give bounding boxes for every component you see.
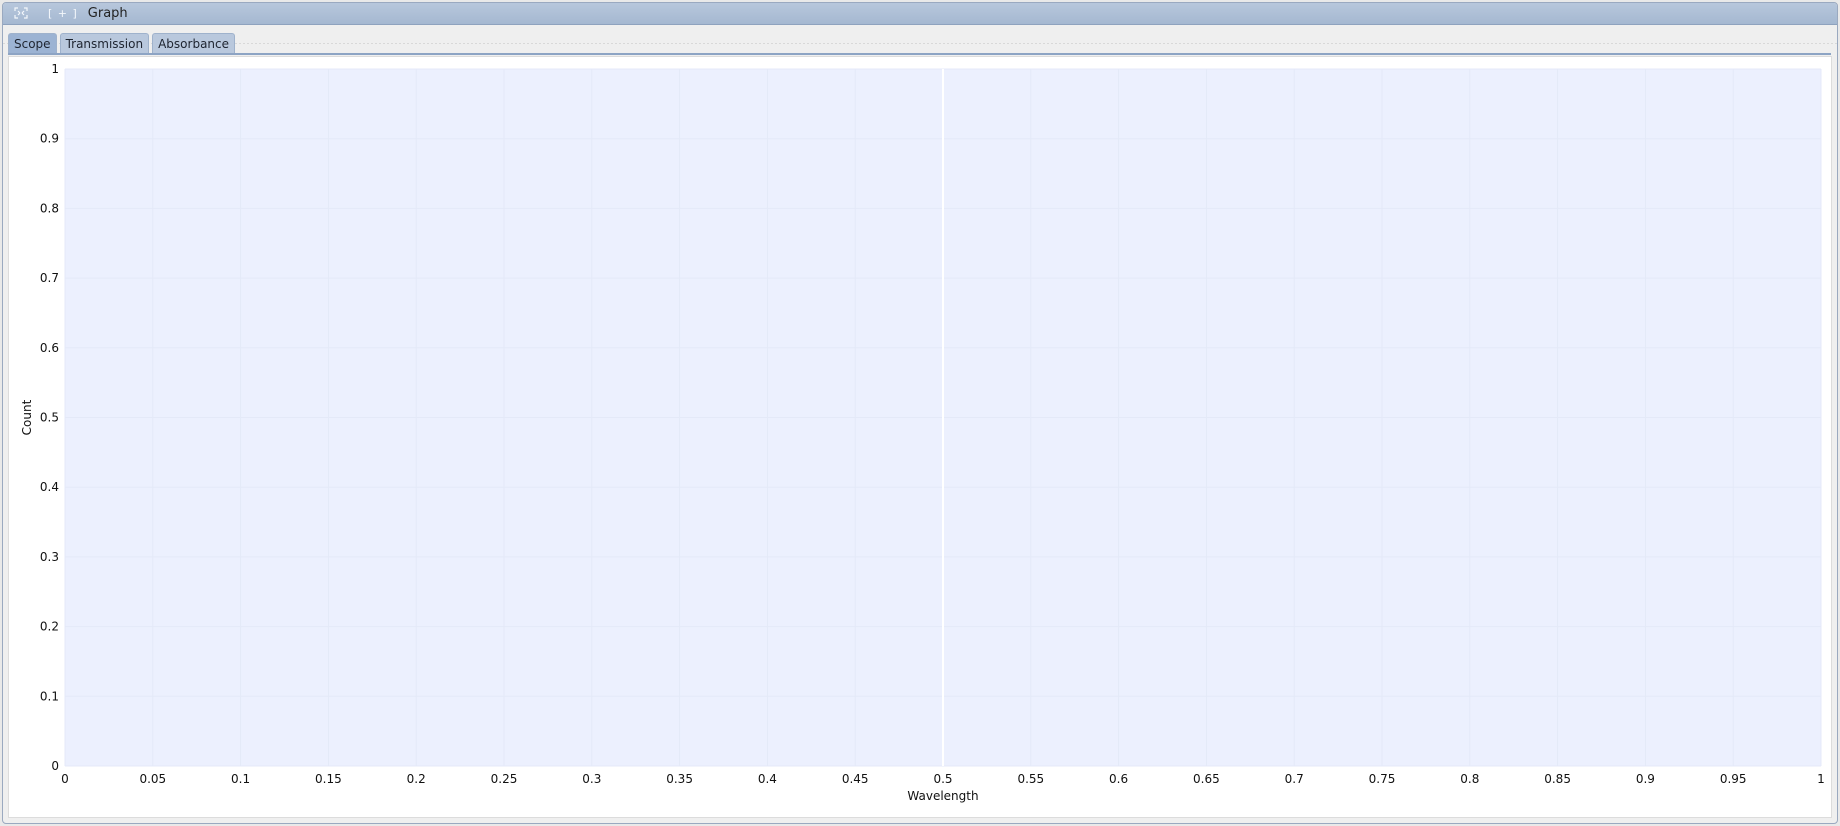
y-tick-label: 0.4 xyxy=(40,480,59,494)
x-tick-label: 0.75 xyxy=(1369,772,1396,786)
x-tick-label: 0.4 xyxy=(758,772,777,786)
x-tick-label: 0.7 xyxy=(1285,772,1304,786)
y-tick-label: 0.1 xyxy=(40,689,59,703)
y-tick-label: 0 xyxy=(51,759,59,773)
x-tick-label: 0.1 xyxy=(231,772,250,786)
x-tick-label: 0.05 xyxy=(139,772,166,786)
x-tick-label: 0.65 xyxy=(1193,772,1220,786)
x-tick-label: 1 xyxy=(1817,772,1825,786)
chart-panel: 0 0.1 0.2 0.3 0.4 0.5 0.6 0.7 0.8 0.9 1 0 0.05 0.1 0.… xyxy=(8,56,1832,818)
y-axis-label: Count xyxy=(20,399,34,435)
x-axis-ticks: 0 0.05 0.1 0.15 0.2 0.25 0.3 0.35 0.4 0.45 0.5 0.55… xyxy=(61,772,1825,786)
add-bracket-button[interactable]: [ + ] xyxy=(48,7,78,20)
y-tick-label: 0.2 xyxy=(40,620,59,634)
tab-absorbance[interactable]: Absorbance xyxy=(152,33,236,53)
y-tick-label: 1 xyxy=(51,62,59,76)
title-bar: [ + ] Graph xyxy=(3,3,1837,25)
x-tick-label: 0.6 xyxy=(1109,772,1128,786)
y-axis-ticks: 0 0.1 0.2 0.3 0.4 0.5 0.6 0.7 0.8 0.9 1 xyxy=(40,62,59,773)
expand-icon[interactable] xyxy=(14,6,30,21)
x-tick-label: 0.3 xyxy=(582,772,601,786)
x-tick-label: 0.85 xyxy=(1544,772,1571,786)
x-tick-label: 0.8 xyxy=(1460,772,1479,786)
x-tick-label: 0.35 xyxy=(666,772,693,786)
x-tick-label: 0.25 xyxy=(491,772,518,786)
y-tick-label: 0.8 xyxy=(40,201,59,215)
y-tick-label: 0.5 xyxy=(40,411,59,425)
chart[interactable]: 0 0.1 0.2 0.3 0.4 0.5 0.6 0.7 0.8 0.9 1 0 0.05 0.1 0.… xyxy=(9,57,1831,817)
x-tick-label: 0.15 xyxy=(315,772,342,786)
x-tick-label: 0.95 xyxy=(1720,772,1747,786)
x-tick-label: 0.45 xyxy=(842,772,869,786)
x-tick-label: 0.5 xyxy=(933,772,952,786)
x-tick-label: 0 xyxy=(61,772,69,786)
x-axis-label: Wavelength xyxy=(907,789,978,803)
tab-underline xyxy=(8,53,1831,55)
y-tick-label: 0.3 xyxy=(40,550,59,564)
x-tick-label: 0.9 xyxy=(1636,772,1655,786)
y-tick-label: 0.7 xyxy=(40,271,59,285)
x-tick-label: 0.55 xyxy=(1017,772,1044,786)
y-tick-label: 0.9 xyxy=(40,132,59,146)
graph-window: [ + ] Graph Scope Transmission Absorbanc… xyxy=(2,2,1838,824)
tab-transmission[interactable]: Transmission xyxy=(59,33,150,53)
tab-strip: Scope Transmission Absorbance xyxy=(3,25,1837,55)
tab-scope[interactable]: Scope xyxy=(8,33,57,53)
window-title: Graph xyxy=(87,6,128,21)
y-tick-label: 0.6 xyxy=(40,341,59,355)
x-tick-label: 0.2 xyxy=(407,772,426,786)
